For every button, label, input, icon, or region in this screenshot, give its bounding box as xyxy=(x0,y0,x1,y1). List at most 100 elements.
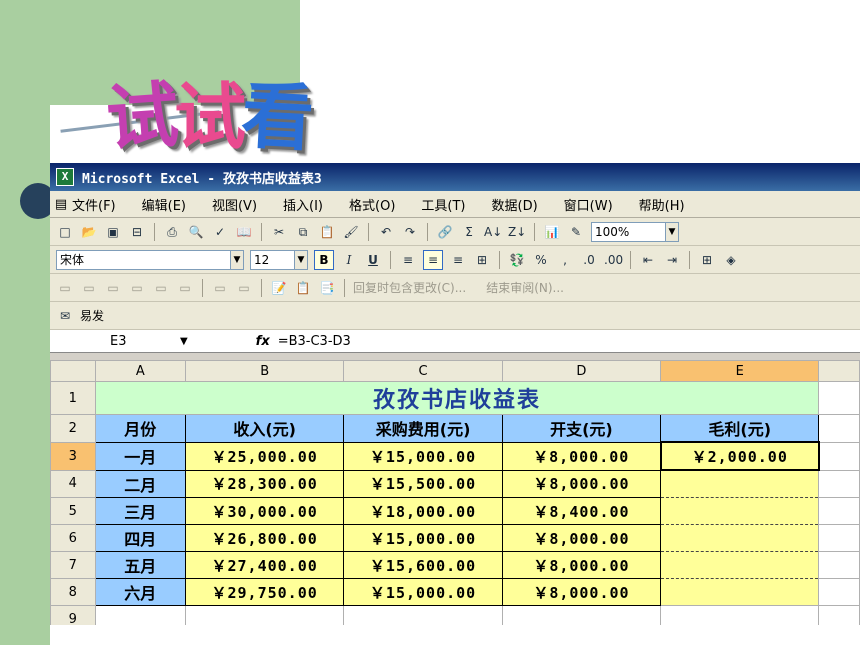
review-icon[interactable]: ▭ xyxy=(235,279,253,297)
column-header-e[interactable]: E xyxy=(660,360,820,382)
decrease-indent-icon[interactable]: ⇤ xyxy=(639,251,657,269)
menu-help[interactable]: 帮助(H) xyxy=(639,195,685,214)
menu-format[interactable]: 格式(O) xyxy=(349,195,395,214)
chevron-down-icon[interactable]: ▼ xyxy=(665,222,678,241)
font-size-select[interactable]: 12 ▼ xyxy=(250,249,308,270)
header-cell-expense[interactable]: 开支(元) xyxy=(501,414,662,443)
purchase-cell[interactable]: ￥15,600.00 xyxy=(343,551,503,579)
increase-indent-icon[interactable]: ⇥ xyxy=(663,251,681,269)
fx-icon[interactable]: fx xyxy=(248,334,278,349)
undo-icon[interactable]: ↶ xyxy=(377,223,395,241)
merge-center-icon[interactable]: ⊞ xyxy=(473,251,491,269)
header-cell-income[interactable]: 收入(元) xyxy=(184,414,345,443)
header-cell-month[interactable]: 月份 xyxy=(94,414,186,443)
new-icon[interactable]: □ xyxy=(56,223,74,241)
review-icon[interactable]: ▭ xyxy=(104,279,122,297)
format-painter-icon[interactable]: 🖌 xyxy=(342,223,360,241)
cell[interactable] xyxy=(660,605,820,625)
chevron-down-icon[interactable]: ▼ xyxy=(294,250,307,269)
send-icon[interactable]: ✉ xyxy=(56,307,74,325)
print-icon[interactable]: ⎙ xyxy=(163,223,181,241)
row-header[interactable]: 2 xyxy=(50,414,96,443)
menu-window[interactable]: 窗口(W) xyxy=(564,195,613,214)
review-icon[interactable]: 📋 xyxy=(294,279,312,297)
column-header-b[interactable]: B xyxy=(184,360,345,382)
month-cell[interactable]: 五月 xyxy=(94,551,186,579)
cell[interactable] xyxy=(818,381,860,415)
profit-cell-active[interactable]: ￥2,000.00 xyxy=(659,441,820,471)
profit-cell[interactable] xyxy=(660,524,820,552)
chevron-down-icon[interactable]: ▼ xyxy=(180,336,188,347)
cell[interactable] xyxy=(343,605,503,625)
expense-cell[interactable]: ￥8,000.00 xyxy=(501,578,662,606)
sort-ascending-icon[interactable]: A↓ xyxy=(484,223,502,241)
save-icon[interactable]: ▣ xyxy=(104,223,122,241)
cell[interactable] xyxy=(818,414,860,443)
purchase-cell[interactable]: ￥15,000.00 xyxy=(343,441,503,471)
italic-button[interactable]: I xyxy=(340,251,358,269)
income-cell[interactable]: ￥29,750.00 xyxy=(184,578,345,606)
menu-data[interactable]: 数据(D) xyxy=(492,195,538,214)
font-name-select[interactable]: 宋体 ▼ xyxy=(56,249,244,270)
review-icon[interactable]: ▭ xyxy=(176,279,194,297)
comma-button[interactable]: , xyxy=(556,251,574,269)
align-right-icon[interactable]: ≡ xyxy=(449,251,467,269)
chevron-down-icon[interactable]: ▼ xyxy=(230,250,243,269)
month-cell[interactable]: 二月 xyxy=(94,469,186,498)
income-cell[interactable]: ￥27,400.00 xyxy=(184,551,345,579)
profit-cell[interactable] xyxy=(660,469,820,498)
row-header[interactable]: 3 xyxy=(50,441,96,471)
hyperlink-icon[interactable]: 🔗 xyxy=(436,223,454,241)
purchase-cell[interactable]: ￥15,000.00 xyxy=(343,524,503,552)
expense-cell[interactable]: ￥8,400.00 xyxy=(501,497,662,525)
month-cell[interactable]: 三月 xyxy=(94,497,186,525)
cell[interactable] xyxy=(818,469,860,498)
open-icon[interactable]: 📂 xyxy=(80,223,98,241)
research-icon[interactable]: 📖 xyxy=(235,223,253,241)
row-header[interactable]: 6 xyxy=(50,524,96,552)
zoom-select[interactable]: 100% ▼ xyxy=(591,221,679,242)
expense-cell[interactable]: ￥8,000.00 xyxy=(501,441,662,471)
review-icon[interactable]: ▭ xyxy=(211,279,229,297)
percent-button[interactable]: % xyxy=(532,251,550,269)
cell[interactable] xyxy=(818,578,860,606)
underline-button[interactable]: U xyxy=(364,251,382,269)
send-button[interactable]: 易发 xyxy=(80,307,104,324)
row-header[interactable]: 7 xyxy=(50,551,96,579)
menu-view[interactable]: 视图(V) xyxy=(212,195,257,214)
month-cell[interactable]: 四月 xyxy=(94,524,186,552)
cell[interactable] xyxy=(501,605,662,625)
profit-cell[interactable] xyxy=(660,551,820,579)
column-header-c[interactable]: C xyxy=(343,360,503,382)
cell[interactable] xyxy=(818,497,860,525)
month-cell[interactable]: 一月 xyxy=(94,441,186,471)
review-icon[interactable]: ▭ xyxy=(56,279,74,297)
drawing-icon[interactable]: ✎ xyxy=(567,223,585,241)
header-cell-profit[interactable]: 毛利(元) xyxy=(660,414,820,443)
review-icon[interactable]: ▭ xyxy=(80,279,98,297)
purchase-cell[interactable]: ￥15,000.00 xyxy=(343,578,503,606)
redo-icon[interactable]: ↷ xyxy=(401,223,419,241)
menu-edit[interactable]: 编辑(E) xyxy=(142,195,186,214)
menu-file[interactable]: 文件(F) xyxy=(72,195,116,214)
cut-icon[interactable]: ✂ xyxy=(270,223,288,241)
cell[interactable] xyxy=(818,524,860,552)
row-header[interactable]: 5 xyxy=(50,497,96,525)
print-preview-icon[interactable]: 🔍 xyxy=(187,223,205,241)
align-left-icon[interactable]: ≡ xyxy=(399,251,417,269)
reply-changes-button[interactable]: 回复时包含更改(C)... xyxy=(353,279,466,296)
menu-insert[interactable]: 插入(I) xyxy=(283,195,323,214)
table-title-cell[interactable]: 孜孜书店收益表 xyxy=(94,381,820,415)
chart-wizard-icon[interactable]: 📊 xyxy=(543,223,561,241)
increase-decimal-icon[interactable]: .0 xyxy=(580,251,598,269)
review-icon[interactable]: 📝 xyxy=(270,279,288,297)
row-header[interactable]: 4 xyxy=(50,469,96,498)
copy-icon[interactable]: ⧉ xyxy=(294,223,312,241)
column-header-a[interactable]: A xyxy=(94,360,186,382)
decrease-decimal-icon[interactable]: .00 xyxy=(604,251,623,269)
cell[interactable] xyxy=(94,605,186,625)
expense-cell[interactable]: ￥8,000.00 xyxy=(501,469,662,498)
align-center-icon[interactable]: ≡ xyxy=(423,249,443,270)
formula-input[interactable]: =B3-C3-D3 xyxy=(278,334,351,349)
row-header[interactable]: 8 xyxy=(50,578,96,606)
